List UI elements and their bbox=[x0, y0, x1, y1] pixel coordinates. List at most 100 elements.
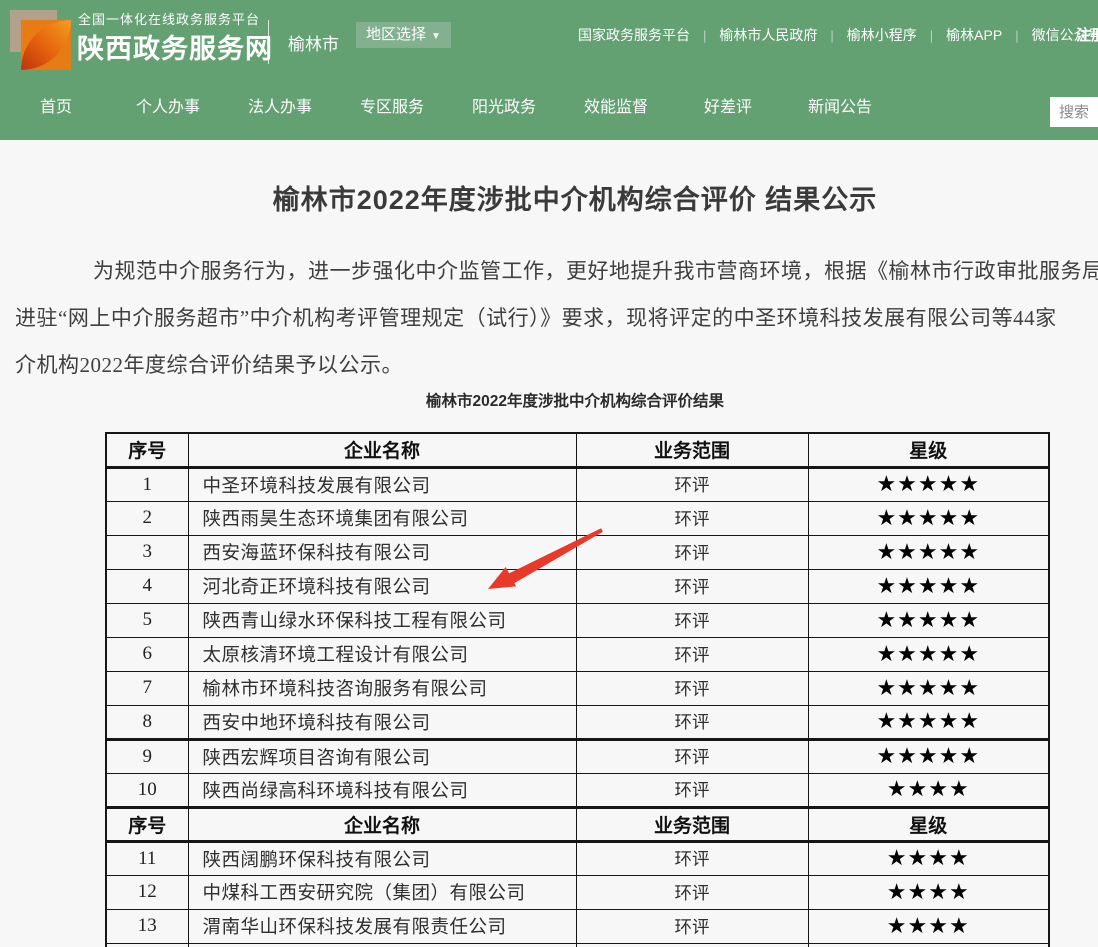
table-row: 11陕西阔鹏环保科技有限公司环评★★★★ bbox=[106, 841, 1049, 875]
table-row: 3西安海蓝环保科技有限公司环评★★★★★ bbox=[106, 535, 1049, 569]
table-row: 10陕西尚绿高科环境科技有限公司环评★★★★ bbox=[106, 773, 1049, 807]
table-row: 2陕西雨昊生态环境集团有限公司环评★★★★★ bbox=[106, 501, 1049, 535]
nav-item-news[interactable]: 新闻公告 bbox=[784, 92, 896, 124]
site-header: 全国一体化在线政务服务平台 陕西政务服务网 榆林市 地区选择 ▼ 国家政务服务平台… bbox=[0, 0, 1098, 140]
nav-item-zone-services[interactable]: 专区服务 bbox=[336, 92, 448, 124]
table-header-row: 序号企业名称业务范围星级 bbox=[106, 807, 1049, 841]
site-name: 陕西政务服务网 bbox=[77, 27, 273, 66]
table-row-partial bbox=[106, 943, 1049, 947]
link-separator: | bbox=[930, 28, 933, 43]
cell-name: 渭南华山环保科技发展有限责任公司 bbox=[188, 909, 576, 943]
top-link-city-government[interactable]: 榆林市人民政府 bbox=[719, 25, 817, 45]
cell-scope: 环评 bbox=[576, 909, 808, 943]
cell-stars: ★★★★★ bbox=[808, 671, 1049, 705]
register-link[interactable]: 注册 bbox=[1076, 24, 1098, 45]
column-header: 星级 bbox=[808, 807, 1049, 841]
cell-no: 13 bbox=[106, 909, 188, 943]
top-link-app[interactable]: 榆林APP bbox=[946, 25, 1002, 45]
main-nav: 首页 个人办事 法人办事 专区服务 阳光政务 效能监督 好差评 新闻公告 bbox=[0, 92, 896, 124]
empty-cell bbox=[188, 943, 576, 947]
cell-stars: ★★★★★ bbox=[808, 467, 1049, 501]
cell-name: 榆林市环境科技咨询服务有限公司 bbox=[188, 671, 576, 705]
cell-no: 12 bbox=[106, 875, 188, 909]
table-row: 7榆林市环境科技咨询服务有限公司环评★★★★★ bbox=[106, 671, 1049, 705]
cell-stars: ★★★★ bbox=[808, 909, 1049, 943]
nav-item-rating[interactable]: 好差评 bbox=[672, 92, 784, 124]
cell-no: 11 bbox=[106, 841, 188, 875]
cell-no: 7 bbox=[106, 671, 188, 705]
table-row: 5陕西青山绿水环保科技工程有限公司环评★★★★★ bbox=[106, 603, 1049, 637]
column-header: 业务范围 bbox=[576, 433, 808, 467]
cell-scope: 环评 bbox=[576, 671, 808, 705]
region-selector-button[interactable]: 地区选择 ▼ bbox=[356, 22, 451, 48]
column-header: 星级 bbox=[808, 433, 1049, 467]
page-title: 榆林市2022年度涉批中介机构综合评价 结果公示 bbox=[0, 178, 1098, 217]
table-header-row: 序号企业名称业务范围星级 bbox=[106, 433, 1049, 467]
cell-scope: 环评 bbox=[576, 705, 808, 739]
search-input[interactable] bbox=[1050, 97, 1098, 127]
cell-name: 太原核清环境工程设计有限公司 bbox=[188, 637, 576, 671]
table-row: 9陕西宏辉项目咨询有限公司环评★★★★★ bbox=[106, 739, 1049, 773]
paragraph-line: 为规范中介服务行为，进一步强化中介监管工作，更好地提升我市营商环境，根据《榆林市… bbox=[15, 248, 1098, 295]
cell-name: 陕西尚绿高科环境科技有限公司 bbox=[188, 773, 576, 807]
cell-name: 陕西宏辉项目咨询有限公司 bbox=[188, 739, 576, 773]
cell-scope: 环评 bbox=[576, 569, 808, 603]
region-selector-label: 地区选择 bbox=[366, 26, 426, 43]
cell-name: 西安海蓝环保科技有限公司 bbox=[188, 535, 576, 569]
top-link-mini-program[interactable]: 榆林小程序 bbox=[847, 25, 917, 45]
cell-scope: 环评 bbox=[576, 773, 808, 807]
platform-label: 全国一体化在线政务服务平台 bbox=[78, 9, 260, 28]
table-row: 6太原核清环境工程设计有限公司环评★★★★★ bbox=[106, 637, 1049, 671]
site-logo-icon bbox=[8, 7, 76, 77]
cell-name: 西安中地环境科技有限公司 bbox=[188, 705, 576, 739]
table-row: 13渭南华山环保科技发展有限责任公司环评★★★★ bbox=[106, 909, 1049, 943]
table-row: 12中煤科工西安研究院（集团）有限公司环评★★★★ bbox=[106, 875, 1049, 909]
cell-scope: 环评 bbox=[576, 535, 808, 569]
nav-item-home[interactable]: 首页 bbox=[0, 92, 112, 124]
nav-item-supervision[interactable]: 效能监督 bbox=[560, 92, 672, 124]
cell-no: 10 bbox=[106, 773, 188, 807]
eval-table-body: 序号企业名称业务范围星级1中圣环境科技发展有限公司环评★★★★★2陕西雨昊生态环… bbox=[106, 433, 1049, 947]
cell-no: 5 bbox=[106, 603, 188, 637]
cell-no: 6 bbox=[106, 637, 188, 671]
top-links: 国家政务服务平台 | 榆林市人民政府 | 榆林小程序 | 榆林APP | 微信公… bbox=[578, 25, 1098, 45]
cell-stars: ★★★★★ bbox=[808, 535, 1049, 569]
cell-name: 陕西青山绿水环保科技工程有限公司 bbox=[188, 603, 576, 637]
link-separator: | bbox=[703, 28, 706, 43]
nav-item-personal[interactable]: 个人办事 bbox=[112, 92, 224, 124]
cell-scope: 环评 bbox=[576, 501, 808, 535]
cell-no: 4 bbox=[106, 569, 188, 603]
nav-item-corporate[interactable]: 法人办事 bbox=[224, 92, 336, 124]
cell-stars: ★★★★★ bbox=[808, 569, 1049, 603]
link-separator: | bbox=[830, 28, 833, 43]
cell-name: 陕西阔鹏环保科技有限公司 bbox=[188, 841, 576, 875]
cell-name: 中圣环境科技发展有限公司 bbox=[188, 467, 576, 501]
cell-no: 8 bbox=[106, 705, 188, 739]
link-separator: | bbox=[1015, 28, 1018, 43]
nav-item-open-gov[interactable]: 阳光政务 bbox=[448, 92, 560, 124]
cell-no: 9 bbox=[106, 739, 188, 773]
cell-no: 2 bbox=[106, 501, 188, 535]
announcement-paragraph: 为规范中介服务行为，进一步强化中介监管工作，更好地提升我市营商环境，根据《榆林市… bbox=[15, 248, 1098, 389]
announcement-article: 榆林市2022年度涉批中介机构综合评价 结果公示 为规范中介服务行为，进一步强化… bbox=[0, 140, 1098, 947]
table-caption: 榆林市2022年度涉批中介机构综合评价结果 bbox=[0, 389, 1098, 411]
cell-stars: ★★★★★ bbox=[808, 637, 1049, 671]
cell-scope: 环评 bbox=[576, 467, 808, 501]
chevron-down-icon: ▼ bbox=[431, 31, 441, 42]
cell-stars: ★★★★ bbox=[808, 773, 1049, 807]
cell-no: 1 bbox=[106, 467, 188, 501]
table-row: 1中圣环境科技发展有限公司环评★★★★★ bbox=[106, 467, 1049, 501]
paragraph-line: 介机构2022年度综合评价结果予以公示。 bbox=[15, 342, 1098, 389]
column-header: 序号 bbox=[106, 807, 188, 841]
cell-name: 陕西雨昊生态环境集团有限公司 bbox=[188, 501, 576, 535]
cell-stars: ★★★★★ bbox=[808, 603, 1049, 637]
cell-scope: 环评 bbox=[576, 875, 808, 909]
cell-stars: ★★★★ bbox=[808, 875, 1049, 909]
cell-stars: ★★★★ bbox=[808, 841, 1049, 875]
cell-name: 中煤科工西安研究院（集团）有限公司 bbox=[188, 875, 576, 909]
table-row: 4河北奇正环境科技有限公司环评★★★★★ bbox=[106, 569, 1049, 603]
cell-scope: 环评 bbox=[576, 841, 808, 875]
top-link-national-platform[interactable]: 国家政务服务平台 bbox=[578, 25, 690, 45]
current-city-label: 榆林市 bbox=[288, 30, 339, 55]
cell-scope: 环评 bbox=[576, 637, 808, 671]
